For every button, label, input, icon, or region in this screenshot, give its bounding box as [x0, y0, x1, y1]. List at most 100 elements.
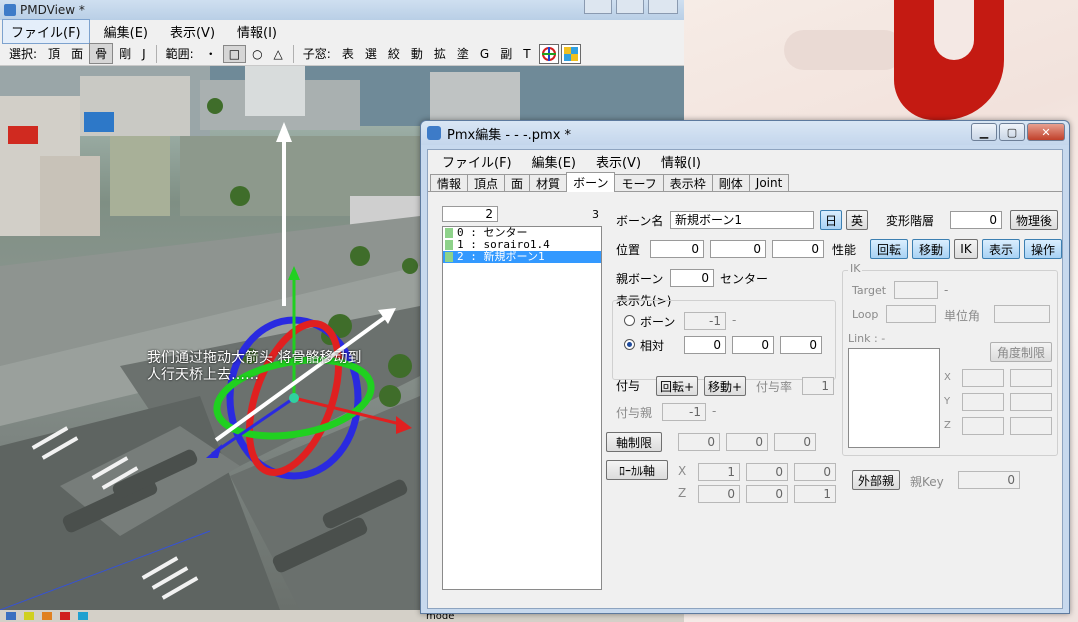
relative-x-input[interactable]: 0 [684, 336, 726, 354]
tab-joint[interactable]: Joint [748, 174, 790, 191]
ik-limit-z-max-input[interactable] [1010, 417, 1052, 435]
child-t-button[interactable]: T [518, 46, 535, 62]
lang-jp-button[interactable]: 日 [820, 210, 842, 230]
deform-level-input[interactable]: 0 [950, 211, 1002, 229]
ik-limit-x-min-input[interactable] [962, 369, 1004, 387]
status-icon[interactable] [60, 612, 70, 620]
grid-color-icon[interactable] [560, 43, 581, 64]
grant-parent-input[interactable]: -1 [662, 403, 706, 421]
after-physics-button[interactable]: 物理後 [1010, 210, 1058, 230]
tab-material[interactable]: 材質 [529, 174, 568, 191]
maximize-icon[interactable]: ▢ [999, 123, 1025, 141]
child-paint-button[interactable]: 塗 [452, 44, 474, 63]
grant-move-button[interactable]: 移動+ [704, 376, 746, 396]
local-axis-button[interactable]: ﾛｰｶﾙ軸 [606, 460, 668, 480]
select-face-button[interactable]: 面 [66, 44, 88, 63]
menu-file[interactable]: ファイル(F) [432, 150, 522, 173]
local-z1-input[interactable]: 0 [698, 485, 740, 503]
ik-limit-y-max-input[interactable] [1010, 393, 1052, 411]
select-bone-button[interactable]: 骨 [89, 43, 114, 64]
axis-limit-button[interactable]: 軸制限 [606, 432, 662, 452]
axis-limit-z-input[interactable]: 0 [774, 433, 816, 451]
range-circle-button[interactable]: ○ [247, 46, 267, 62]
axis-limit-y-input[interactable]: 0 [726, 433, 768, 451]
local-x2-input[interactable]: 0 [746, 463, 788, 481]
local-x1-input[interactable]: 1 [698, 463, 740, 481]
select-rigid-button[interactable]: 剛 [114, 44, 136, 63]
rotate-toggle-button[interactable]: 回転 [870, 239, 908, 259]
child-table-button[interactable]: 表 [337, 44, 359, 63]
relative-z-input[interactable]: 0 [780, 336, 822, 354]
bone-marker [445, 252, 453, 262]
grant-rate-input[interactable]: 1 [802, 377, 834, 395]
radio-bone[interactable] [624, 315, 635, 326]
select-joint-button[interactable]: J [137, 46, 151, 62]
ik-unit-angle-input[interactable] [994, 305, 1050, 323]
tab-info[interactable]: 情報 [430, 174, 469, 191]
range-triangle-button[interactable]: △ [269, 46, 288, 62]
tab-rigid-body[interactable]: 剛体 [711, 174, 750, 191]
ik-toggle-button[interactable]: IK [954, 239, 978, 259]
list-item[interactable]: 2 : 新規ボーン1 [443, 251, 601, 263]
ik-link-list[interactable] [848, 348, 940, 448]
close-icon[interactable] [648, 0, 678, 14]
child-filter-button[interactable]: 絞 [383, 44, 405, 63]
status-icon[interactable] [42, 612, 52, 620]
range-rect-button[interactable]: □ [222, 44, 247, 63]
position-y-input[interactable]: 0 [710, 240, 766, 258]
child-select-button[interactable]: 選 [360, 44, 382, 63]
ik-limit-y-min-input[interactable] [962, 393, 1004, 411]
external-parent-button[interactable]: 外部親 [852, 470, 900, 490]
ik-limit-z-min-input[interactable] [962, 417, 1004, 435]
ik-limit-x-max-input[interactable] [1010, 369, 1052, 387]
menu-view[interactable]: 表示(V) [162, 20, 223, 43]
close-icon[interactable]: ✕ [1027, 123, 1065, 141]
tab-bone[interactable]: ボーン [566, 172, 616, 192]
select-vertex-button[interactable]: 頂 [43, 44, 65, 63]
axis-limit-x-input[interactable]: 0 [678, 433, 720, 451]
tab-vertex[interactable]: 頂点 [467, 174, 506, 191]
minimize-icon[interactable]: ▁ [971, 123, 997, 141]
operate-toggle-button[interactable]: 操作 [1024, 239, 1062, 259]
display-toggle-button[interactable]: 表示 [982, 239, 1020, 259]
parent-bone-input[interactable]: 0 [670, 269, 714, 287]
menu-edit[interactable]: 編集(E) [522, 150, 586, 173]
position-x-input[interactable]: 0 [650, 240, 704, 258]
radio-relative[interactable] [624, 339, 635, 350]
ik-target-input[interactable] [894, 281, 938, 299]
child-move-button[interactable]: 動 [406, 44, 428, 63]
local-x3-input[interactable]: 0 [794, 463, 836, 481]
status-icon[interactable] [78, 612, 88, 620]
relative-y-input[interactable]: 0 [732, 336, 774, 354]
display-bone-input[interactable]: -1 [684, 312, 726, 330]
bone-name-input[interactable]: 新規ボーン1 [670, 211, 814, 229]
parent-key-input[interactable]: 0 [958, 471, 1020, 489]
bone-list[interactable]: 0 : センター 1 : sorairo1.4 2 : 新規ボーン1 [442, 226, 602, 590]
maximize-icon[interactable] [616, 0, 644, 14]
menu-info[interactable]: 情報(I) [651, 150, 711, 173]
child-sub-button[interactable]: 副 [495, 44, 517, 63]
status-icon[interactable] [6, 612, 16, 620]
local-z2-input[interactable]: 0 [746, 485, 788, 503]
grant-rotate-button[interactable]: 回転+ [656, 376, 698, 396]
menu-view[interactable]: 表示(V) [586, 150, 651, 173]
status-icon[interactable] [24, 612, 34, 620]
tab-morph[interactable]: モーフ [614, 174, 664, 191]
minimize-icon[interactable] [584, 0, 612, 14]
tab-display-frame[interactable]: 表示枠 [662, 174, 713, 191]
local-z3-input[interactable]: 1 [794, 485, 836, 503]
ik-loop-input[interactable] [886, 305, 936, 323]
gizmo-toggle-icon[interactable] [538, 43, 559, 64]
menu-edit[interactable]: 編集(E) [96, 20, 156, 43]
child-scale-button[interactable]: 拡 [429, 44, 451, 63]
menu-info[interactable]: 情報(I) [229, 20, 285, 43]
tab-face[interactable]: 面 [504, 174, 531, 191]
range-point-button[interactable]: ・ [200, 44, 222, 63]
lang-en-button[interactable]: 英 [846, 210, 868, 230]
move-toggle-button[interactable]: 移動 [912, 239, 950, 259]
menu-file[interactable]: ファイル(F) [2, 18, 90, 44]
child-g-button[interactable]: G [475, 46, 494, 62]
bone-index-input[interactable]: 2 [442, 206, 498, 222]
angle-limit-button[interactable]: 角度制限 [990, 342, 1052, 362]
position-z-input[interactable]: 0 [772, 240, 824, 258]
